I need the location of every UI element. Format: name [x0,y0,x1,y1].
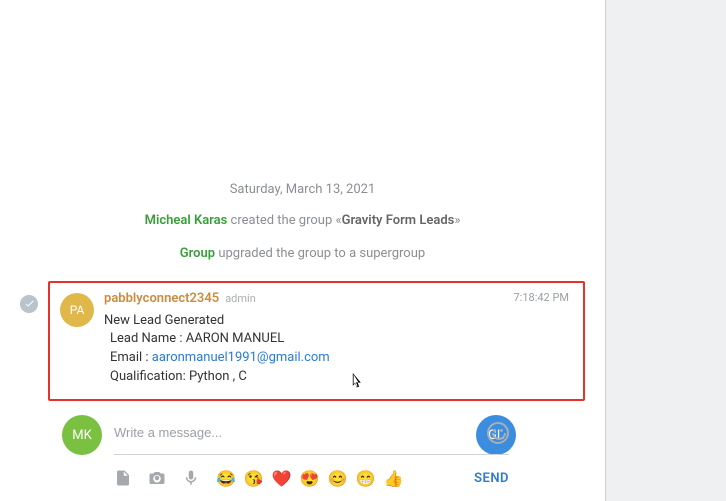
body-line-name: Lead Name : AARON MANUEL [104,330,573,349]
send-button[interactable]: SEND [474,471,509,486]
emoji-heart[interactable]: ❤️ [272,469,292,488]
emoji-picker-icon[interactable] [487,422,509,444]
message-list: Saturday, March 13, 2021 Micheal Karas c… [0,0,605,411]
body-line-title: New Lead Generated [104,312,573,331]
emoji-kiss[interactable]: 😘 [244,469,264,488]
chat-panel: Saturday, March 13, 2021 Micheal Karas c… [0,0,605,501]
microphone-icon[interactable] [182,469,200,487]
message-bubble[interactable]: PA pabblyconnect2345 admin 7:18:42 PM Ne… [48,281,585,401]
lead-name-value: AARON MANUEL [186,331,284,346]
qual-value: Python , C [189,369,247,384]
message-row: PA pabblyconnect2345 admin 7:18:42 PM Ne… [20,281,585,401]
composer-toolbar: 😂 😘 ❤️ 😍 😊 😁 👍 SEND [114,455,509,495]
message-timestamp: 7:18:42 PM [513,291,569,304]
read-check-icon [20,295,38,313]
emoji-thumbs-up[interactable]: 👍 [384,469,404,488]
app-root: Saturday, March 13, 2021 Micheal Karas c… [0,0,726,501]
upgraded-text: upgraded the group to a supergroup [215,246,425,261]
attach-file-icon[interactable] [114,469,132,487]
admin-badge: admin [225,292,256,305]
group-label: Group [180,246,215,261]
created-close: » [454,213,460,228]
emoji-smile[interactable]: 😊 [328,469,348,488]
email-label: Email : [110,350,152,365]
system-group-upgraded: Group upgraded the group to a supergroup [20,246,585,261]
composer-area: MK GL 😂 😘 ❤️ 😍 [0,411,605,501]
composer [114,411,509,455]
body-line-qual: Qualification: Python , C [104,368,573,387]
message-body: New Lead Generated Lead Name : AARON MAN… [104,312,573,387]
date-separator: Saturday, March 13, 2021 [20,182,585,197]
emoji-heart-eyes[interactable]: 😍 [300,469,320,488]
creator-name: Micheal Karas [145,213,228,228]
emoji-joy[interactable]: 😂 [216,469,236,488]
created-text: created the group « [227,213,341,228]
message-content: pabblyconnect2345 admin 7:18:42 PM New L… [104,291,573,387]
message-input[interactable] [114,425,487,440]
camera-icon[interactable] [148,469,166,487]
self-avatar[interactable]: MK [62,415,102,455]
sender-name[interactable]: pabblyconnect2345 [104,291,219,306]
emoji-grin[interactable]: 😁 [356,469,376,488]
sender-avatar[interactable]: PA [60,293,94,327]
quick-emoji-row: 😂 😘 ❤️ 😍 😊 😁 👍 [216,469,403,488]
group-name: Gravity Form Leads [342,213,455,228]
system-group-created: Micheal Karas created the group «Gravity… [20,213,585,228]
body-line-email: Email : aaronmanuel1991@gmail.com [104,349,573,368]
qual-label: Qualification: [110,369,189,384]
email-link[interactable]: aaronmanuel1991@gmail.com [152,350,330,365]
lead-name-label: Lead Name : [110,331,186,346]
message-header: pabblyconnect2345 admin [104,291,573,306]
right-sidebar [605,0,726,501]
